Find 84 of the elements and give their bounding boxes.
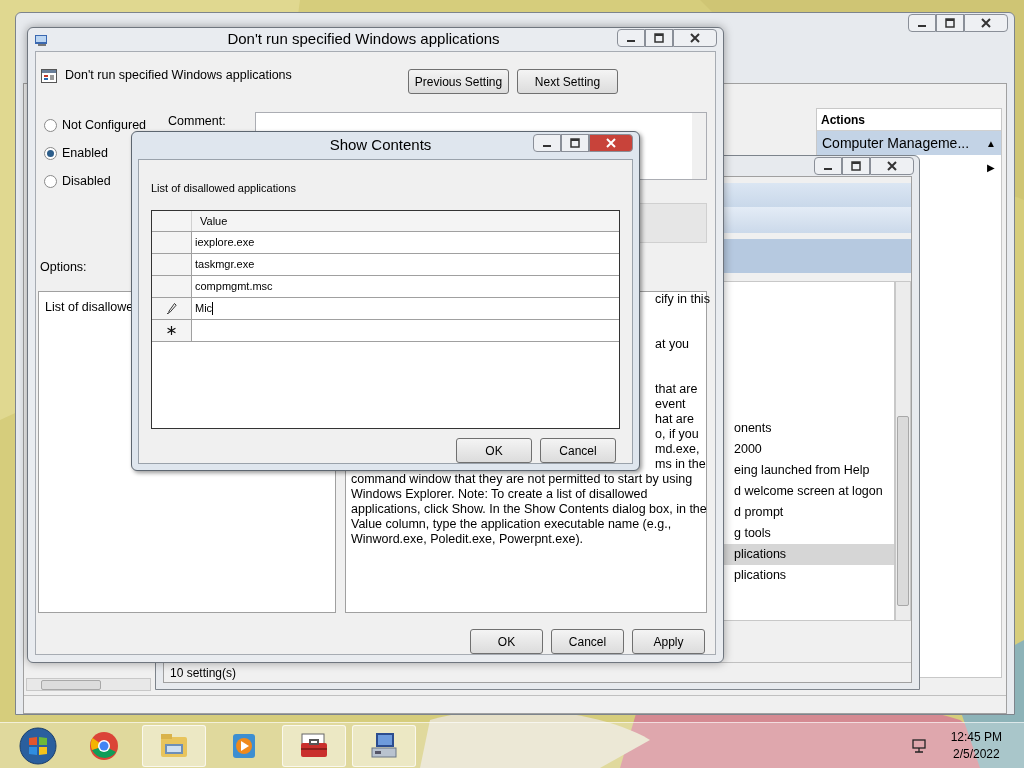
maximize-icon bbox=[851, 161, 861, 171]
scrollbar[interactable] bbox=[692, 113, 706, 180]
window-title: Show Contents bbox=[328, 135, 433, 155]
clock[interactable]: 12:45 PM 2/5/2022 bbox=[950, 728, 1002, 763]
help-text: cify in this bbox=[655, 292, 710, 307]
close-icon bbox=[606, 138, 616, 149]
maximize-icon bbox=[945, 18, 955, 28]
scrollbar[interactable] bbox=[26, 678, 151, 691]
scrollbar-thumb[interactable] bbox=[897, 416, 909, 606]
close-icon bbox=[981, 18, 991, 28]
radio-label: Not Configured bbox=[62, 117, 147, 135]
scrollbar-thumb[interactable] bbox=[41, 679, 101, 690]
button[interactable]: Next Setting bbox=[517, 69, 618, 95]
dialog-label: List of disallowed applications bbox=[151, 180, 297, 196]
close-button[interactable] bbox=[673, 28, 717, 47]
options-label: Options: bbox=[40, 259, 87, 277]
minimize-icon bbox=[918, 25, 926, 27]
radio-label: Disabled bbox=[62, 173, 111, 191]
radio-label: Enabled bbox=[62, 145, 108, 163]
close-icon bbox=[690, 32, 700, 43]
button[interactable]: OK bbox=[470, 629, 543, 654]
help-text: Value column, type the application executable name (e.g., bbox=[351, 517, 672, 532]
taskbar-button[interactable] bbox=[352, 724, 416, 767]
pencil-icon bbox=[166, 302, 177, 315]
minimize-button[interactable] bbox=[617, 28, 645, 47]
radio-button[interactable] bbox=[44, 147, 57, 161]
close-button[interactable] bbox=[964, 14, 1008, 32]
comment-label: Comment: bbox=[168, 113, 226, 131]
text-caret bbox=[212, 302, 214, 315]
minimize-button[interactable] bbox=[533, 134, 561, 153]
browser-icon bbox=[88, 729, 120, 762]
button[interactable]: OK bbox=[456, 438, 532, 463]
button[interactable]: Cancel bbox=[551, 629, 624, 654]
maximize-button[interactable] bbox=[842, 157, 870, 175]
actions-item-label: Computer Manageme... bbox=[822, 133, 971, 153]
asterisk-icon bbox=[166, 325, 177, 336]
minimize-button[interactable] bbox=[814, 157, 842, 175]
minimize-icon bbox=[627, 39, 635, 42]
policy-icon bbox=[41, 67, 57, 84]
minimize-icon bbox=[824, 168, 832, 170]
setting-heading: Don't run specified Windows applications bbox=[65, 67, 292, 85]
options-text: List of disallowe bbox=[45, 300, 134, 314]
button[interactable]: Cancel bbox=[540, 438, 616, 463]
help-text: applications, click Show. In the Show Contents dialog box, in the bbox=[351, 502, 707, 517]
help-text: that are bbox=[655, 382, 698, 397]
column-header[interactable]: Value bbox=[192, 211, 619, 231]
clock-date: 2/5/2022 bbox=[952, 745, 1000, 763]
taskbar-button[interactable] bbox=[282, 724, 346, 767]
maximize-button[interactable] bbox=[645, 28, 673, 47]
help-text: ms in the bbox=[655, 457, 706, 472]
maximize-button[interactable] bbox=[561, 134, 589, 153]
help-text: Winword.exe, Poledit.exe, Powerpnt.exe). bbox=[351, 532, 584, 547]
close-button[interactable] bbox=[589, 134, 633, 153]
help-text: o, if you bbox=[655, 427, 699, 442]
radio-button[interactable] bbox=[44, 175, 57, 189]
help-text: at you bbox=[655, 337, 690, 352]
table-cell[interactable]: iexplore.exe bbox=[192, 232, 619, 253]
start-button[interactable] bbox=[18, 725, 58, 766]
collapse-glyph[interactable]: ▲ bbox=[986, 135, 996, 151]
table-cell[interactable]: compmgmt.msc bbox=[192, 276, 619, 297]
minimize-button[interactable] bbox=[908, 14, 936, 32]
help-text: hat are bbox=[655, 412, 694, 427]
help-text: event bbox=[655, 397, 686, 412]
submenu-glyph[interactable]: ▶ bbox=[987, 159, 995, 175]
help-text: Windows Explorer. Note: To create a list of disallowed bbox=[351, 487, 648, 502]
table-cell[interactable]: taskmgr.exe bbox=[192, 254, 619, 275]
maximize-button[interactable] bbox=[936, 14, 964, 32]
help-text: md.exe, bbox=[655, 442, 700, 457]
network-icon[interactable] bbox=[910, 737, 927, 754]
radio-button[interactable] bbox=[44, 119, 57, 133]
scrollbar[interactable] bbox=[895, 281, 911, 621]
close-button[interactable] bbox=[870, 157, 914, 175]
help-text: command window that they are not permitted to start by using bbox=[351, 472, 693, 487]
row-header[interactable] bbox=[152, 320, 192, 341]
maximize-icon bbox=[654, 32, 664, 43]
actions-item[interactable]: Computer Manageme... ▲ bbox=[817, 131, 1001, 155]
button[interactable]: Previous Setting bbox=[408, 69, 509, 95]
input-field[interactable]: Mic bbox=[192, 298, 619, 319]
maximize-icon bbox=[570, 138, 580, 149]
minimize-icon bbox=[543, 145, 551, 148]
close-icon bbox=[887, 161, 897, 171]
button[interactable]: Apply bbox=[632, 629, 705, 654]
clock-time: 12:45 PM bbox=[950, 728, 1002, 746]
window-title: Don't run specified Windows applications bbox=[226, 29, 501, 50]
